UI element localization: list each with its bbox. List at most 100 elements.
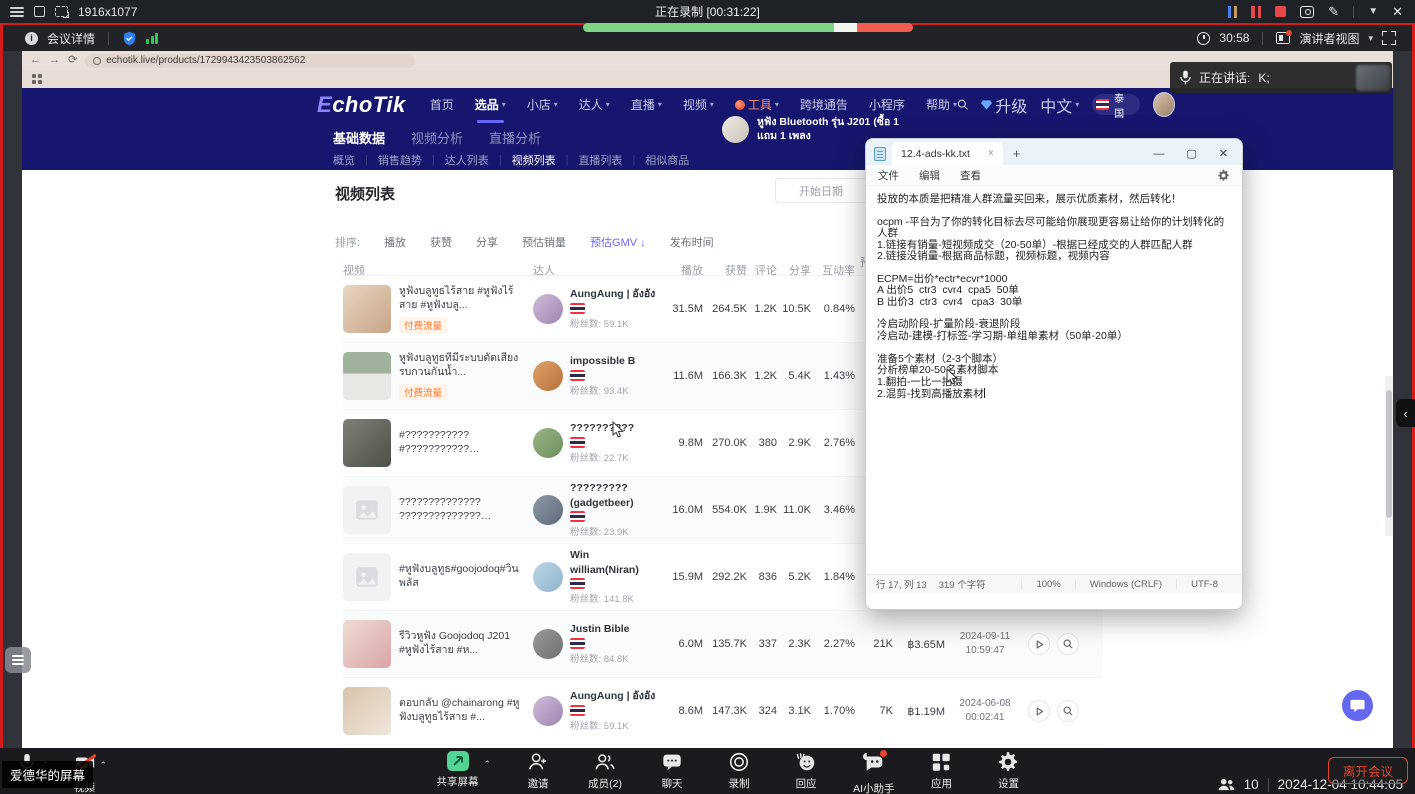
settings-button[interactable]: 设置 xyxy=(988,751,1028,791)
recorder-menu-icon[interactable] xyxy=(10,7,24,17)
maximize-button[interactable]: ▢ xyxy=(1186,147,1196,160)
security-shield-icon[interactable] xyxy=(122,31,137,46)
close-recorder-button[interactable]: ✕ xyxy=(1392,4,1403,20)
video-title[interactable]: รีวิวหูฟัง Goojodoq J201 #หูฟังไร้สาย #ห… xyxy=(399,630,523,657)
meeting-details-label[interactable]: 会议详情 xyxy=(47,30,95,47)
creator-name[interactable]: Justin Bible xyxy=(570,623,630,636)
camera-options-chevron[interactable]: ⌃ xyxy=(100,760,108,794)
participants-count[interactable]: 10 xyxy=(1244,777,1259,792)
video-thumbnail[interactable] xyxy=(343,620,391,668)
view-mode-label[interactable]: 演讲者视图 xyxy=(1299,30,1359,47)
subnav-overview[interactable]: 概览 xyxy=(333,152,355,168)
back-button[interactable]: ← xyxy=(30,55,41,66)
screenshot-button[interactable] xyxy=(1300,6,1314,18)
sort-publish-time[interactable]: 发布时间 xyxy=(670,234,714,250)
video-title[interactable]: ?????????????? ?????????????? ???????... xyxy=(399,496,523,523)
creator-avatar[interactable] xyxy=(533,294,563,324)
creator-avatar[interactable] xyxy=(533,361,563,391)
upgrade-button[interactable]: 升级 xyxy=(981,93,1027,117)
creator-name[interactable]: AungAung | อังอัง xyxy=(570,288,655,301)
video-title[interactable]: ตอบกลับ @chainarong #หูฟังบลูทูธไร้สาย #… xyxy=(399,697,523,724)
notepad-tab[interactable]: 12.4-ads-kk.txt × xyxy=(892,142,1003,165)
nav-tools[interactable]: 工具▾ xyxy=(735,96,779,113)
creator-name[interactable]: ????????? xyxy=(570,482,634,495)
chat-button[interactable]: 聊天 xyxy=(652,751,692,791)
start-date-button[interactable]: 开始日期 xyxy=(775,178,867,203)
nav-products[interactable]: 选品▾ xyxy=(475,96,506,113)
video-title[interactable]: หูฟังบลูทูธที่มีระบบตัดเสียงรบกวนกันน้ำ.… xyxy=(399,352,523,379)
minimize-button[interactable]: — xyxy=(1153,148,1164,160)
tab-basic-data[interactable]: 基础数据 xyxy=(333,128,385,147)
tab-close-icon[interactable]: × xyxy=(988,148,994,159)
user-avatar[interactable] xyxy=(1153,92,1175,117)
creator-name-line2[interactable]: william(Niran) xyxy=(570,564,639,577)
collapse-recorder-icon[interactable]: ▼ xyxy=(1368,6,1378,17)
video-thumbnail[interactable] xyxy=(343,687,391,735)
share-screen-button[interactable]: 共享屏幕 ⌃ xyxy=(437,751,492,789)
echotik-logo[interactable]: EchoTik xyxy=(317,92,406,118)
list-widget-button[interactable] xyxy=(5,647,31,673)
fullscreen-icon[interactable] xyxy=(1382,31,1396,45)
notepad-text-area[interactable]: 投放的本质是把精准人群流量买回来，展示优质素材，然后转化！ ocpm -平台为了… xyxy=(866,186,1242,574)
stop-recording-button[interactable] xyxy=(1275,6,1286,17)
recorder-region-icon[interactable] xyxy=(55,6,68,17)
meeting-info-icon[interactable]: i xyxy=(25,32,38,45)
address-bar[interactable]: echotik.live/products/172994342350386256… xyxy=(85,54,415,68)
url-text[interactable]: echotik.live/products/172994342350386256… xyxy=(106,55,305,66)
creator-avatar[interactable] xyxy=(533,696,563,726)
language-selector[interactable]: 中文▾ xyxy=(1040,93,1079,117)
creator-name[interactable]: impossible B xyxy=(570,355,635,368)
video-thumbnail[interactable] xyxy=(343,285,391,333)
sort-shares[interactable]: 分享 xyxy=(476,234,498,250)
chat-fab-button[interactable] xyxy=(1342,690,1373,721)
invite-button[interactable]: 邀请 xyxy=(518,751,558,791)
creator-name[interactable]: AungAung | อังอัง xyxy=(570,690,655,703)
sort-est-sales[interactable]: 预估销量 xyxy=(522,234,566,250)
inspect-video-button[interactable] xyxy=(1057,633,1079,655)
subnav-video-list[interactable]: 视频列表 xyxy=(512,152,556,168)
menu-edit[interactable]: 编辑 xyxy=(919,168,940,183)
menu-file[interactable]: 文件 xyxy=(878,168,899,183)
settings-gear-icon[interactable] xyxy=(1217,169,1230,182)
scrollbar-thumb[interactable] xyxy=(1386,390,1392,518)
recorder-window-icon[interactable] xyxy=(34,6,45,17)
tab-video-analysis[interactable]: 视频分析 xyxy=(411,128,463,147)
view-mode-caret-icon[interactable]: ▾ xyxy=(1368,33,1373,44)
notepad-titlebar[interactable]: 12.4-ads-kk.txt × + — ▢ ✕ xyxy=(866,139,1242,165)
apps-button[interactable]: 应用 xyxy=(921,751,961,791)
subnav-live-list[interactable]: 直播列表 xyxy=(578,152,622,168)
new-tab-button[interactable]: + xyxy=(1013,146,1021,161)
creator-name[interactable]: Win xyxy=(570,549,639,562)
creator-avatar[interactable] xyxy=(533,428,563,458)
creator-avatar[interactable] xyxy=(533,629,563,659)
members-button[interactable]: 成员(2) xyxy=(585,751,625,791)
subnav-sales-trend[interactable]: 销售趋势 xyxy=(378,152,422,168)
search-icon[interactable] xyxy=(957,98,968,111)
nav-cross-border-ads[interactable]: 跨境通告 xyxy=(800,96,848,113)
pause-recording-button[interactable] xyxy=(1251,6,1261,18)
annotate-button[interactable]: ✎ xyxy=(1328,4,1339,20)
nav-help[interactable]: 帮助▾ xyxy=(926,96,957,113)
creator-avatar[interactable] xyxy=(533,562,563,592)
play-video-button[interactable] xyxy=(1028,633,1050,655)
nav-lives[interactable]: 直播▾ xyxy=(631,96,662,113)
leave-meeting-button[interactable]: 离开会议 xyxy=(1328,757,1408,784)
nav-creators[interactable]: 达人▾ xyxy=(579,96,610,113)
forward-button[interactable]: → xyxy=(49,55,60,66)
close-button[interactable]: ✕ xyxy=(1219,147,1228,160)
creator-avatar[interactable] xyxy=(533,495,563,525)
video-thumbnail[interactable] xyxy=(343,352,391,400)
video-thumbnail[interactable] xyxy=(343,419,391,467)
subnav-similar-products[interactable]: 相似商品 xyxy=(645,152,689,168)
subnav-creator-list[interactable]: 达人列表 xyxy=(445,152,489,168)
refresh-button[interactable]: ⟳ xyxy=(68,55,77,66)
record-button[interactable]: 录制 xyxy=(719,751,759,791)
creator-name-line2[interactable]: (gadgetbeer) xyxy=(570,497,634,510)
video-thumbnail[interactable] xyxy=(343,486,391,534)
ai-assistant-button[interactable]: AI小助手 xyxy=(853,751,894,794)
panel-collapse-chevron[interactable]: ‹ xyxy=(1396,399,1415,427)
nav-videos[interactable]: 视频▾ xyxy=(683,96,714,113)
speaker-view-icon[interactable] xyxy=(1276,32,1290,44)
apps-grid-icon[interactable] xyxy=(32,74,42,84)
country-selector[interactable]: 泰国 xyxy=(1092,94,1140,115)
